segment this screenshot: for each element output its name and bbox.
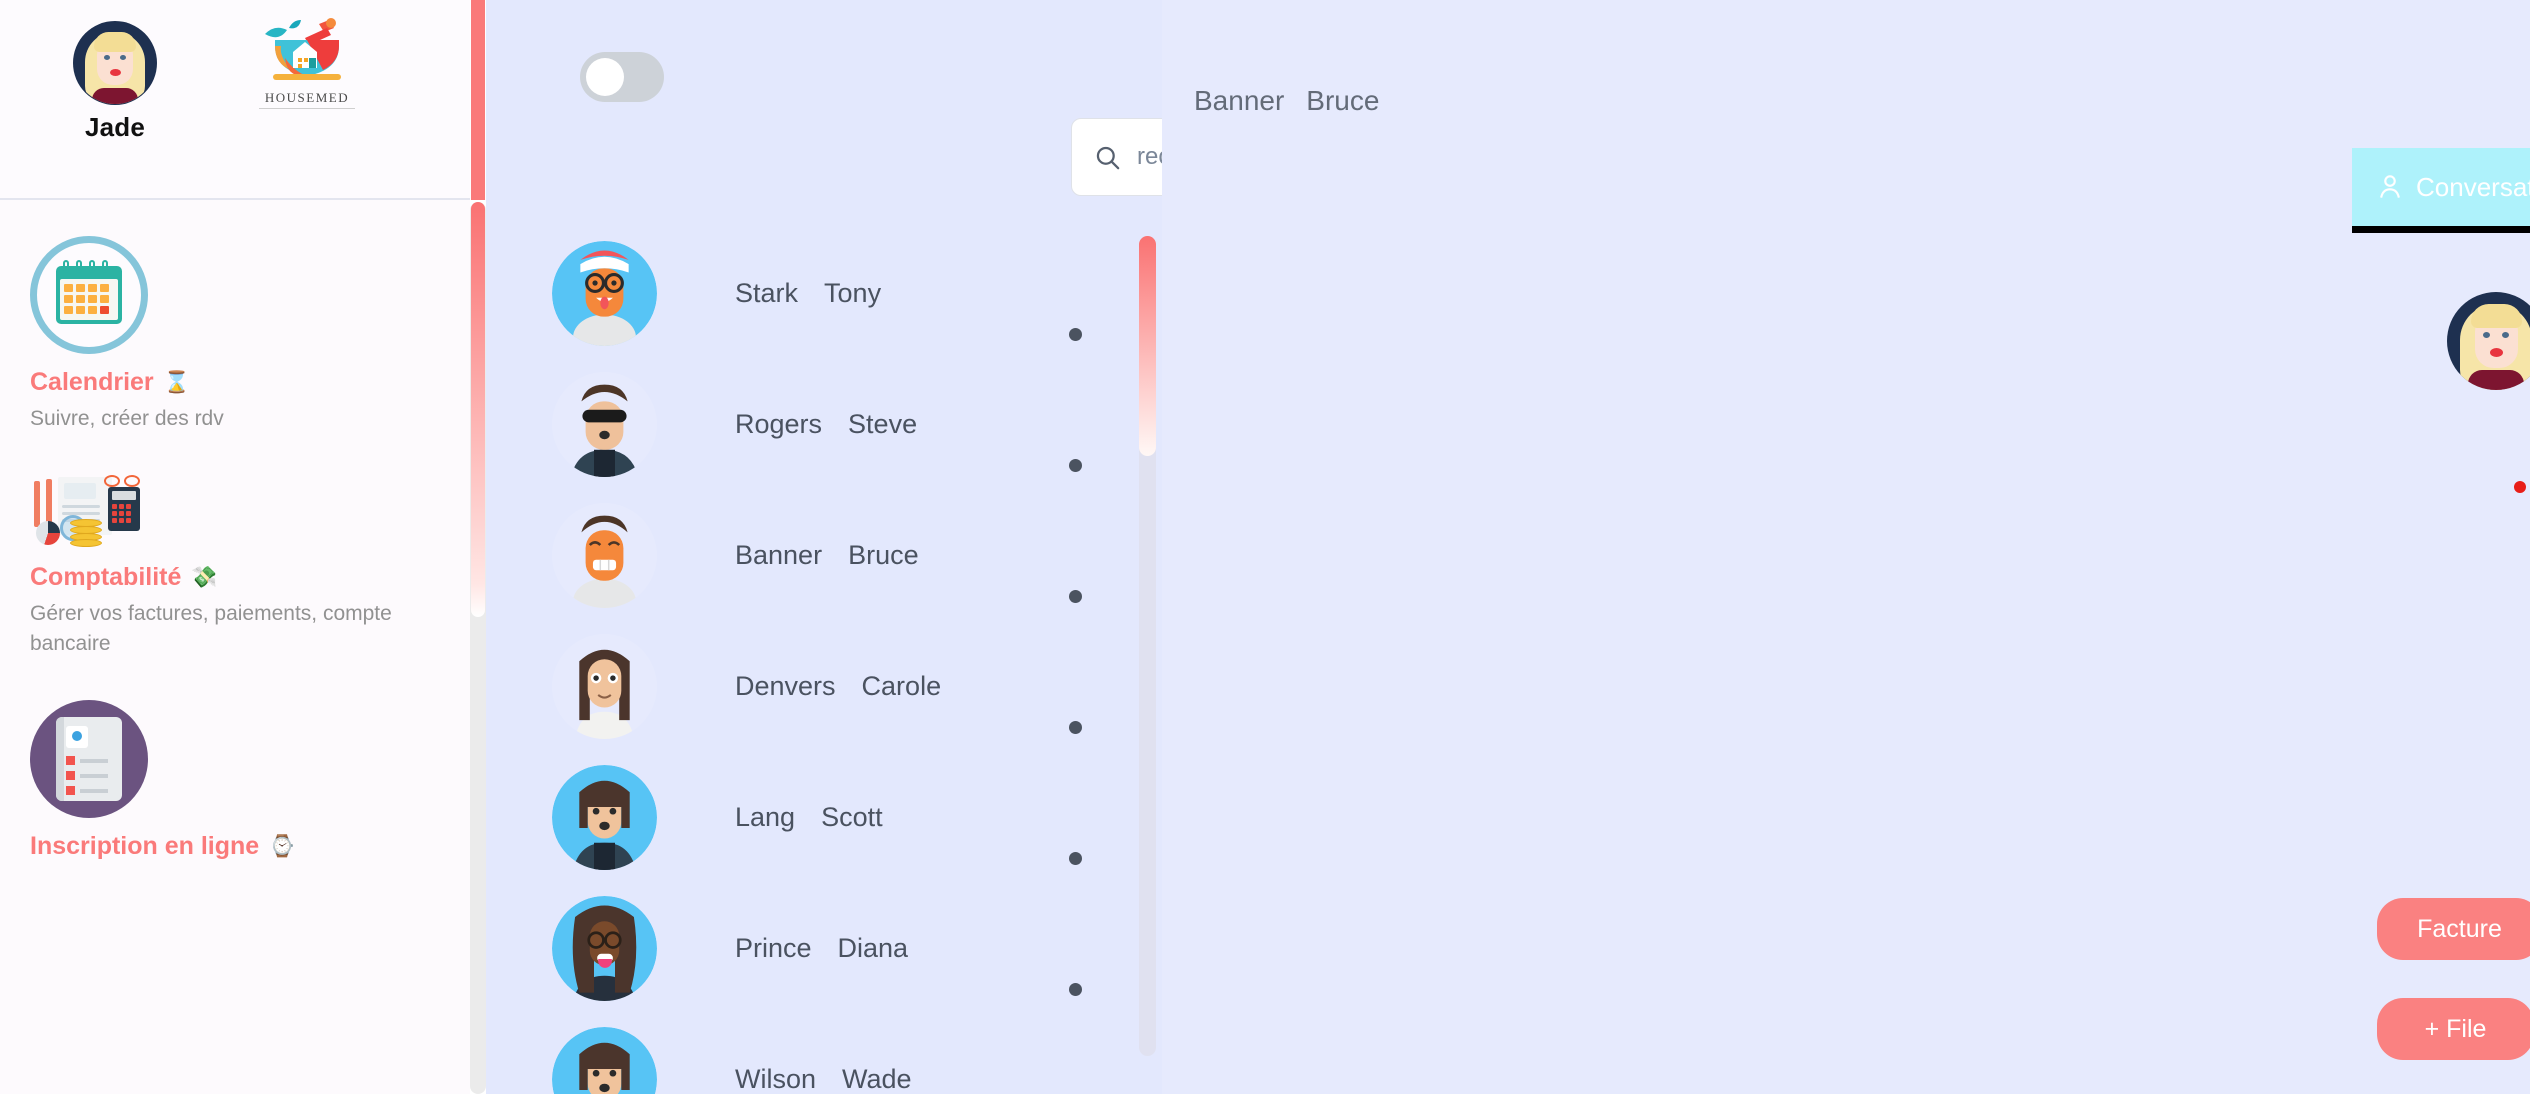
sidebar-item-desc: Suivre, créer des rdv — [30, 407, 224, 430]
list-item[interactable]: Rogers Steve — [486, 359, 1162, 490]
app-root: Jade HOUSEMED Calendrier ⌛ Suivre, créer… — [0, 0, 2530, 1094]
sidebar-scrollbar-thumb-top[interactable] — [471, 0, 485, 200]
status-badge — [1069, 721, 1082, 734]
list-item[interactable]: Lang Scott — [486, 752, 1162, 883]
invoice-button[interactable]: Facture — [2377, 898, 2530, 960]
conversation-tabs: Conversation Factures partagées Fic — [2352, 148, 2530, 233]
left-sidebar: Jade HOUSEMED Calendrier ⌛ Suivre, créer… — [0, 0, 486, 1094]
sidebar-item-comptabilite[interactable]: Comptabilité 💸 Gérer vos factures, paiem… — [0, 475, 486, 700]
contact-name: Lang Scott — [735, 802, 883, 833]
sidebar-item-desc: Gérer vos factures, paiements, compte ba… — [30, 602, 392, 655]
status-badge — [1069, 328, 1082, 341]
contact-family: Prince — [735, 933, 812, 963]
tab-conversation[interactable]: Conversation — [2352, 148, 2530, 226]
contacts-scrollbar-thumb[interactable] — [1139, 236, 1156, 456]
contact-family: Wilson — [735, 1064, 817, 1094]
housemed-mortar-logo-icon — [259, 18, 355, 88]
search-icon — [1094, 144, 1121, 171]
person-icon — [2378, 174, 2402, 200]
contact-given: Bruce — [848, 540, 919, 570]
list-item[interactable]: Banner Bruce — [486, 490, 1162, 621]
sidebar-item-calendrier[interactable]: Calendrier ⌛ Suivre, créer des rdv — [0, 236, 486, 475]
conversation-panel: Banner Bruce Conversation — [1162, 0, 2530, 1094]
contact-family: Banner — [735, 540, 823, 570]
avatar-denvers — [552, 634, 657, 739]
online-registration-icon — [30, 700, 148, 819]
message-status-dot — [2514, 481, 2526, 493]
contact-name: Stark Tony — [735, 278, 881, 309]
user-profile[interactable]: Jade — [0, 0, 230, 143]
calendar-icon — [30, 236, 148, 354]
contact-given: Diana — [837, 933, 909, 963]
avatar — [2447, 292, 2530, 390]
avatar-rogers — [552, 372, 657, 477]
watch-icon: ⌚ — [269, 834, 296, 858]
message-composer: Facture + File Envoyer — [2377, 872, 2530, 1094]
contact-given: Scott — [821, 802, 883, 832]
list-item[interactable]: Denvers Carole — [486, 621, 1162, 752]
hourglass-icon: ⌛ — [163, 370, 190, 394]
list-item[interactable]: Stark Tony — [486, 228, 1162, 359]
status-badge — [1069, 983, 1082, 996]
search-input[interactable] — [1137, 143, 1162, 171]
search-input-wrapper[interactable] — [1071, 118, 1162, 196]
status-badge — [1069, 590, 1082, 603]
sidebar-header: Jade HOUSEMED — [0, 0, 486, 200]
status-badge — [1069, 459, 1082, 472]
contact-name: Banner Bruce — [735, 540, 919, 571]
contact-given: Tony — [824, 278, 882, 308]
message-item: B Jade 2024-01-30, 7:57 PM Bonjour, ci-j… — [2447, 292, 2530, 657]
contact-given: Steve — [848, 409, 918, 439]
profile-name: Jade — [84, 112, 146, 142]
peer-family: Banner — [1194, 85, 1285, 116]
contact-family: Stark — [735, 278, 799, 308]
contact-name: Prince Diana — [735, 933, 908, 964]
list-item[interactable]: Prince Diana — [486, 883, 1162, 1014]
sidebar-item-label: Inscription en ligne — [30, 832, 260, 861]
logo-text: HOUSEMED — [258, 89, 356, 109]
add-file-button[interactable]: + File — [2377, 998, 2530, 1060]
contact-family: Rogers — [735, 409, 823, 439]
avatar-banner — [552, 503, 657, 608]
contact-name: Denvers Carole — [735, 671, 941, 702]
sidebar-item-label: Calendrier — [30, 368, 154, 396]
avatar-prince — [552, 896, 657, 1001]
tab-label: Conversation — [2416, 172, 2530, 202]
contacts-toggle[interactable] — [580, 52, 664, 102]
list-item[interactable]: Wilson Wade — [486, 1014, 1162, 1094]
contact-list: Stark Tony Rogers Steve Banner Bruce Den… — [486, 228, 1162, 1094]
avatar-lang — [552, 765, 657, 870]
peer-given: Bruce — [1306, 85, 1380, 116]
contact-name: Wilson Wade — [735, 1064, 912, 1094]
brand-logo: HOUSEMED — [230, 0, 366, 109]
contact-given: Wade — [842, 1064, 912, 1094]
contacts-panel: StarkTony RogersS — [486, 0, 1162, 1094]
sidebar-scrollbar-thumb[interactable] — [471, 202, 485, 617]
contact-given: Carole — [861, 671, 942, 701]
sidebar-menu: Calendrier ⌛ Suivre, créer des rdv Compt… — [0, 200, 486, 903]
contact-name: Rogers Steve — [735, 409, 917, 440]
accounting-icon — [30, 475, 148, 549]
page-title: Banner Bruce — [1194, 85, 1379, 117]
avatar-stark — [552, 241, 657, 346]
avatar-wilson — [552, 1027, 657, 1094]
status-badge — [1069, 852, 1082, 865]
conversation-header: Banner Bruce — [1162, 0, 2530, 148]
contact-family: Lang — [735, 802, 796, 832]
sidebar-item-inscription-en-ligne[interactable]: Inscription en ligne ⌚ — [0, 700, 486, 903]
avatar — [74, 22, 156, 104]
money-icon: 💸 — [191, 565, 218, 589]
contact-family: Denvers — [735, 671, 836, 701]
sidebar-item-label: Comptabilité — [30, 563, 182, 592]
